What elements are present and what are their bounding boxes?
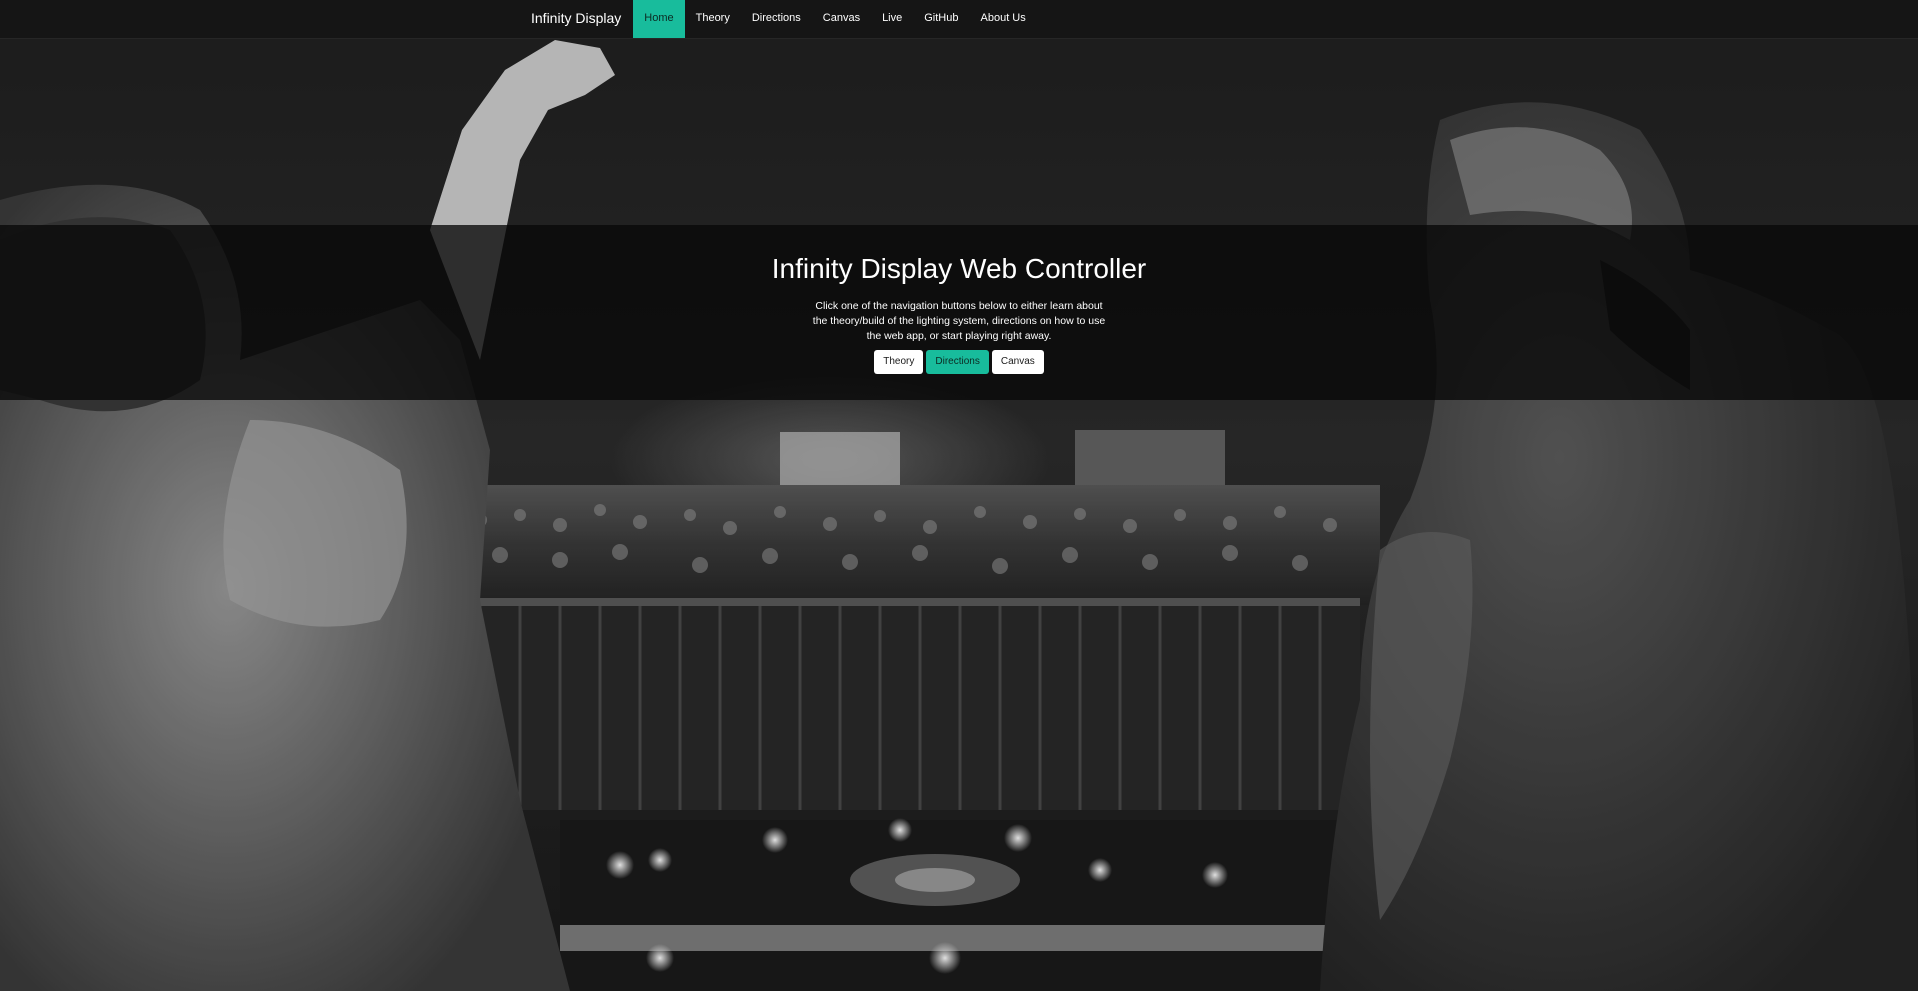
navbar-menu: Home Theory Directions Canvas Live GitHu… bbox=[633, 0, 1036, 38]
nav-item-theory[interactable]: Theory bbox=[685, 0, 741, 38]
hero-button-group: Theory Directions Canvas bbox=[709, 350, 1209, 374]
hero-description: Click one of the navigation buttons belo… bbox=[812, 300, 1106, 342]
nav-item-home[interactable]: Home bbox=[633, 0, 685, 38]
canvas-button[interactable]: Canvas bbox=[991, 350, 1044, 374]
hero-title: Infinity Display Web Controller bbox=[771, 253, 1147, 284]
directions-button[interactable]: Directions bbox=[926, 350, 989, 374]
hero-content: Infinity Display Web Controller Click on… bbox=[709, 253, 1209, 374]
nav-item-github[interactable]: GitHub bbox=[913, 0, 969, 38]
nav-item-about-us[interactable]: About Us bbox=[970, 0, 1037, 38]
navbar-brand[interactable]: Infinity Display bbox=[520, 0, 633, 38]
hero-banner: Infinity Display Web Controller Click on… bbox=[0, 225, 1918, 400]
top-navbar: Infinity Display Home Theory Directions … bbox=[0, 0, 1918, 39]
hero-background-image bbox=[0, 0, 1918, 991]
theory-button[interactable]: Theory bbox=[874, 350, 924, 374]
nav-item-live[interactable]: Live bbox=[871, 0, 913, 38]
nav-item-directions[interactable]: Directions bbox=[741, 0, 812, 38]
nav-item-canvas[interactable]: Canvas bbox=[812, 0, 871, 38]
navbar-container: Infinity Display Home Theory Directions … bbox=[520, 0, 1037, 38]
page: Infinity Display Home Theory Directions … bbox=[0, 0, 1918, 991]
